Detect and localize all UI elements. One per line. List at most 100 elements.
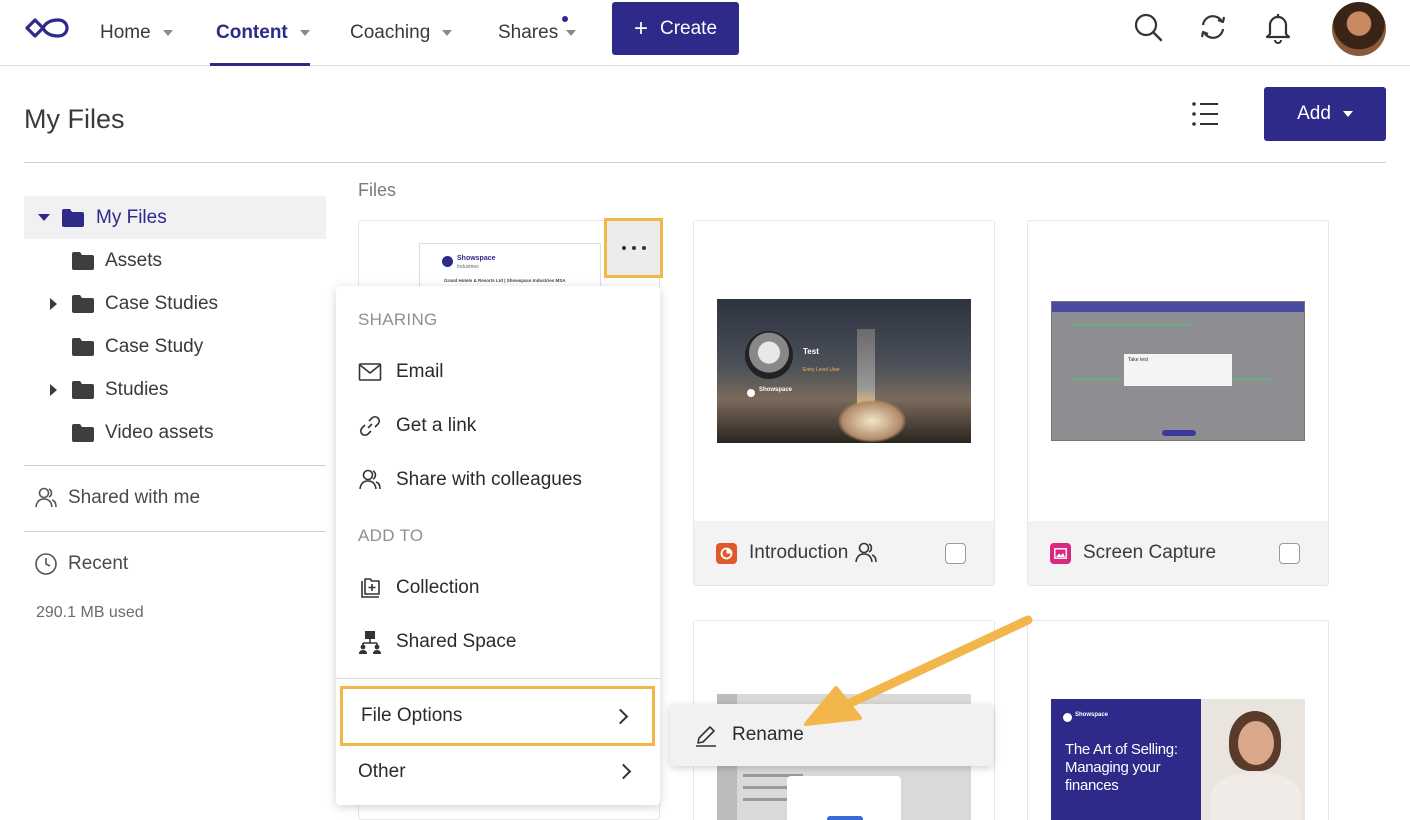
presentation-icon (716, 542, 737, 564)
menu-item-label: Shared Space (396, 631, 517, 652)
tree-item-studies[interactable]: Studies (50, 368, 168, 411)
collection-icon (361, 578, 380, 598)
caret-down-icon[interactable] (38, 214, 50, 221)
envelope-icon (358, 363, 382, 381)
nav-coaching[interactable]: Coaching (350, 0, 453, 66)
file-name[interactable]: Screen Capture (1083, 542, 1216, 564)
bell-icon[interactable] (1261, 10, 1295, 44)
nav-shares-label: Shares (498, 22, 559, 43)
menu-item-label: Share with colleagues (396, 469, 582, 490)
tree-item-case-study[interactable]: Case Study (72, 325, 203, 368)
file-card-screen-capture[interactable]: Take test Screen Capture (1027, 220, 1329, 586)
card-footer: Introduction (694, 521, 994, 585)
introduction-thumbnail: Test Entry Level User Showspace (717, 299, 971, 443)
nav-shares[interactable]: Shares (498, 0, 577, 66)
sidebar-divider (24, 465, 326, 466)
menu-item-other[interactable]: Other (340, 742, 655, 802)
caret-right-icon[interactable] (50, 383, 57, 396)
sync-icon[interactable] (1196, 10, 1230, 44)
file-card-introduction[interactable]: Test Entry Level User Showspace Introduc… (693, 220, 995, 586)
search-icon[interactable] (1131, 10, 1165, 44)
nav-home-label: Home (100, 22, 151, 43)
chevron-down-icon (162, 30, 173, 36)
astronaut-avatar (745, 331, 793, 379)
chevron-down-icon (299, 30, 310, 36)
menu-item-share-colleagues[interactable]: Share with colleagues (358, 463, 582, 497)
files-section-label: Files (358, 180, 397, 200)
card-footer: Screen Capture (1028, 521, 1328, 585)
folder-icon (62, 208, 84, 227)
file-card-art-of-selling[interactable]: Showspace The Art of Selling: Managing y… (1027, 620, 1329, 820)
tree-item-case-studies[interactable]: Case Studies (50, 282, 218, 325)
chevron-right-icon (615, 763, 632, 780)
storage-usage: 290.1 MB used (36, 604, 144, 621)
list-view-icon[interactable] (1190, 100, 1220, 128)
menu-item-email[interactable]: Email (358, 355, 444, 389)
chevron-down-icon (566, 30, 577, 36)
tree-item-label: Video assets (105, 421, 214, 443)
pencil-icon (696, 726, 716, 747)
screen-capture-thumbnail: Take test (1051, 301, 1305, 441)
user-avatar[interactable] (1332, 2, 1386, 56)
link-icon (359, 415, 381, 437)
chevron-right-icon (612, 708, 629, 725)
notification-dot (562, 16, 568, 22)
caret-right-icon[interactable] (50, 297, 57, 310)
menu-item-label: Get a link (396, 415, 477, 436)
more-options-button[interactable] (604, 218, 663, 278)
more-dot (641, 246, 646, 250)
menu-item-label: File Options (361, 705, 463, 726)
menu-section-add-to: ADD TO (358, 526, 424, 545)
people-icon (35, 487, 57, 508)
people-icon (359, 469, 381, 490)
file-name[interactable]: Introduction (749, 542, 848, 564)
promo-title: The Art of Selling: Managing your financ… (1065, 741, 1178, 794)
doc-heading: Grand Hotels & Resorts Ltd | Showspace I… (444, 278, 566, 283)
nav-content[interactable]: Content (210, 0, 310, 66)
menu-item-label: Collection (396, 577, 480, 598)
image-icon (1050, 542, 1071, 564)
menu-item-shared-space[interactable]: Shared Space (358, 625, 516, 659)
more-dot (621, 246, 626, 250)
shared-people-icon (855, 542, 878, 563)
create-button[interactable]: + Create (612, 2, 739, 55)
page-title: My Files (24, 104, 125, 134)
menu-divider (336, 678, 660, 679)
recent-link[interactable]: Recent (34, 552, 128, 576)
thumb-name: Test (803, 347, 819, 356)
tree-item-my-files[interactable]: My Files (24, 196, 326, 239)
file-options-submenu[interactable]: Rename (670, 704, 993, 766)
folder-icon (72, 423, 94, 442)
menu-item-file-options[interactable]: File Options (340, 686, 655, 746)
menu-item-label: Other (358, 761, 406, 782)
tree-item-label: My Files (96, 206, 167, 228)
brand-name: Showspace (457, 255, 496, 262)
nav-coaching-label: Coaching (350, 22, 431, 43)
top-navigation: Home Content Coaching Shares + Create (0, 0, 1410, 66)
add-button-label: Add (1297, 103, 1331, 124)
add-button[interactable]: Add (1264, 87, 1386, 141)
tree-item-label: Case Studies (105, 292, 219, 314)
nav-content-label: Content (216, 22, 288, 43)
tree-item-video-assets[interactable]: Video assets (72, 411, 213, 454)
rename-label: Rename (732, 724, 804, 745)
file-context-menu: SHARING Email Get a link Share with coll… (336, 286, 660, 805)
menu-item-get-link[interactable]: Get a link (358, 409, 476, 443)
tree-item-assets[interactable]: Assets (72, 239, 162, 282)
menu-item-collection[interactable]: Collection (358, 571, 479, 605)
sidebar-divider (24, 531, 326, 532)
app-logo-icon[interactable] (24, 14, 70, 42)
shared-with-me-link[interactable]: Shared with me (34, 486, 200, 510)
thumb-brand: Showspace (759, 387, 793, 393)
chevron-down-icon (1342, 111, 1353, 117)
nav-home[interactable]: Home (100, 0, 173, 66)
select-checkbox[interactable] (945, 543, 966, 564)
menu-item-label: Email (396, 361, 444, 382)
tree-item-label: Assets (105, 249, 163, 271)
clock-icon (35, 553, 57, 575)
brand-logo-icon (442, 256, 453, 267)
plus-icon: + (633, 14, 648, 42)
folder-icon (72, 380, 94, 399)
select-checkbox[interactable] (1279, 543, 1300, 564)
shared-space-icon (359, 631, 381, 654)
